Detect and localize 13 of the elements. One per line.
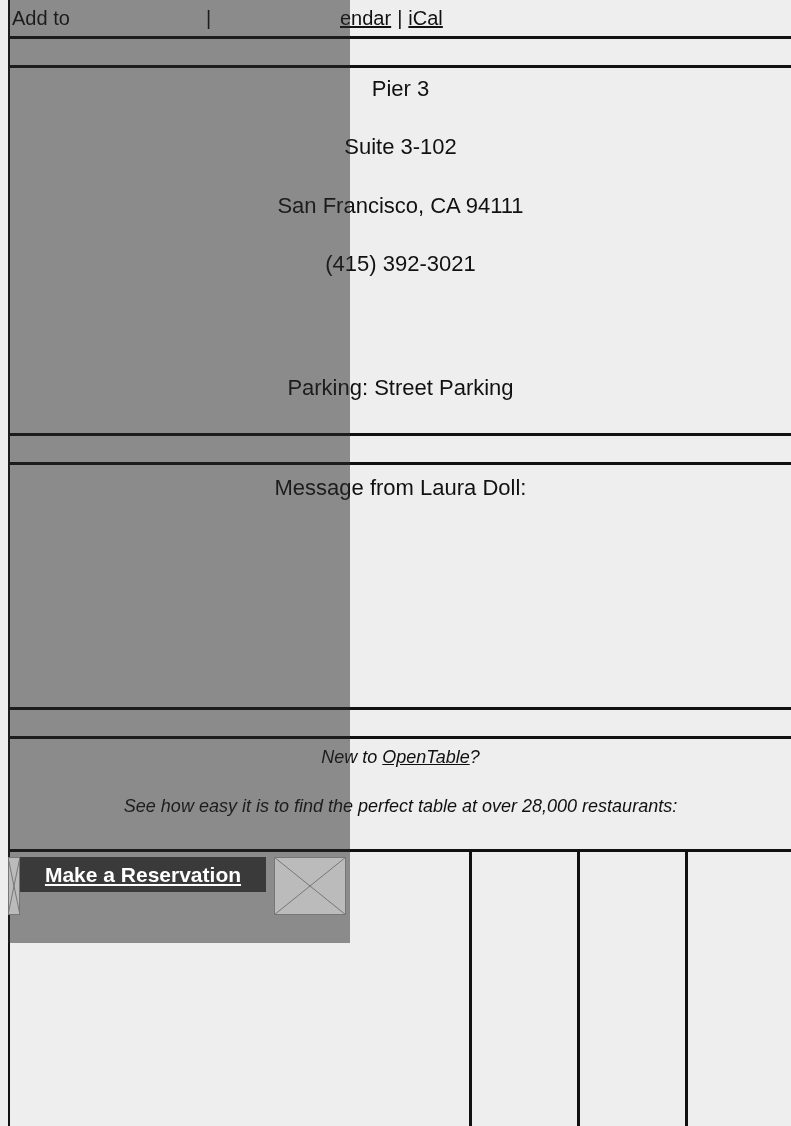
address-line: (415) 392-3021 xyxy=(325,251,476,279)
address-line: Pier 3 xyxy=(371,76,430,103)
address-line: Suite 3-102 xyxy=(344,134,457,162)
address-line: San Francisco, CA 94111 xyxy=(277,192,524,220)
calendar-label: Add to xyxy=(12,6,71,30)
broken-image-icon xyxy=(8,857,20,915)
make-reservation-link[interactable]: Make a Reservation xyxy=(20,857,266,893)
calendar-link[interactable]: iCal xyxy=(408,6,443,30)
opentable-link[interactable]: OpenTable xyxy=(382,747,470,767)
calendar-link[interactable]: endar xyxy=(340,6,392,30)
broken-image-icon xyxy=(274,857,346,915)
separator-text: | xyxy=(397,6,403,30)
separator-text: | xyxy=(206,6,213,30)
